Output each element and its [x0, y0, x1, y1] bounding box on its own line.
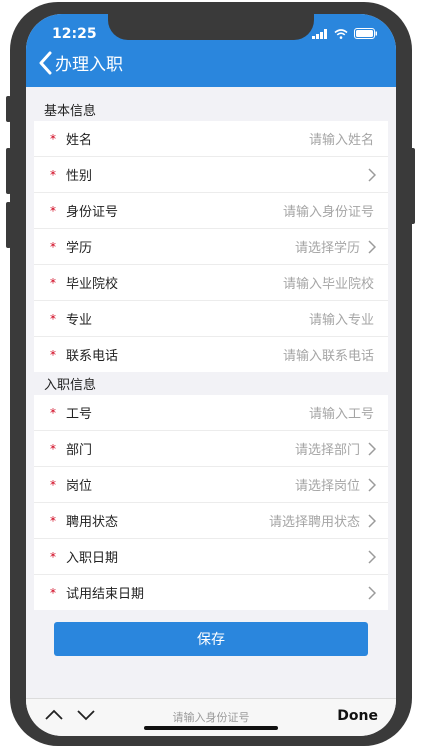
save-button[interactable]: 保存: [54, 622, 368, 656]
done-button[interactable]: Done: [337, 708, 378, 724]
notch: [108, 14, 314, 40]
status-icons: [312, 28, 378, 39]
form-row[interactable]: * 部门 请选择部门: [34, 431, 388, 467]
battery-icon: [354, 28, 377, 39]
text-input[interactable]: 请输入姓名: [309, 129, 374, 148]
text-input[interactable]: 请输入身份证号: [283, 201, 374, 220]
field-label: 入职日期: [66, 551, 119, 566]
field-label: 岗位: [66, 479, 93, 494]
home-indicator: [144, 726, 278, 730]
field-label: 毕业院校: [66, 277, 119, 292]
form-row[interactable]: * 毕业院校 请输入毕业院校: [34, 265, 388, 301]
required-mark: *: [50, 405, 56, 420]
form-row[interactable]: * 专业 请输入专业: [34, 301, 388, 337]
chevron-right-icon: [368, 239, 376, 254]
required-mark: *: [50, 275, 56, 290]
basic-info-group: * 姓名 请输入姓名 * 性别 * 身份证号 请输入身份证号 * 学历 请选择学历 * 毕业院校 请输入毕…: [34, 121, 388, 372]
back-button[interactable]: 办理入职: [38, 50, 123, 75]
signal-icon: [312, 28, 327, 39]
text-input[interactable]: 请输入专业: [309, 309, 374, 328]
required-mark: *: [50, 239, 56, 254]
form-row[interactable]: * 身份证号 请输入身份证号: [34, 193, 388, 229]
field-label: 部门: [66, 443, 93, 458]
select-field[interactable]: 请选择聘用状态: [269, 511, 360, 530]
onboarding-info-group: * 工号 请输入工号 * 部门 请选择部门 * 岗位 请选择岗位 * 聘用状态 请选择聘用状态 * 入职日…: [34, 395, 388, 610]
section-title-onboarding: 入职信息: [44, 378, 97, 393]
form-row[interactable]: * 工号 请输入工号: [34, 395, 388, 431]
form-row[interactable]: * 姓名 请输入姓名: [34, 121, 388, 157]
field-label: 学历: [66, 241, 93, 256]
form-row[interactable]: * 入职日期: [34, 539, 388, 575]
form-row[interactable]: * 性别: [34, 157, 388, 193]
select-field[interactable]: 请选择部门: [295, 439, 360, 458]
required-mark: *: [50, 167, 56, 182]
keyboard-toolbar: 请输入身份证号 Done: [26, 698, 396, 736]
mute-switch: [6, 96, 11, 122]
field-label: 聘用状态: [66, 515, 119, 530]
form-row[interactable]: * 聘用状态 请选择聘用状态: [34, 503, 388, 539]
chevron-left-icon: [39, 51, 52, 74]
chevron-right-icon: [368, 167, 376, 182]
field-label: 性别: [66, 169, 93, 184]
volume-down-button: [6, 202, 11, 248]
chevron-right-icon: [368, 549, 376, 564]
required-mark: *: [50, 477, 56, 492]
required-mark: *: [50, 585, 56, 600]
wifi-icon: [334, 28, 348, 39]
required-mark: *: [50, 513, 56, 528]
required-mark: *: [50, 441, 56, 456]
chevron-right-icon: [368, 477, 376, 492]
text-input[interactable]: 请输入联系电话: [283, 345, 374, 364]
required-mark: *: [50, 131, 56, 146]
select-field[interactable]: 请选择岗位: [295, 475, 360, 494]
volume-up-button: [6, 148, 11, 194]
field-label: 联系电话: [66, 349, 119, 364]
field-label: 身份证号: [66, 205, 119, 220]
required-mark: *: [50, 311, 56, 326]
chevron-right-icon: [368, 441, 376, 456]
screen: 12:25 办理入职 基本信息 * 姓名 请输入姓名 * 性别 * 身份证号 请…: [26, 14, 396, 736]
form-row[interactable]: * 岗位 请选择岗位: [34, 467, 388, 503]
text-input[interactable]: 请输入毕业院校: [283, 273, 374, 292]
chevron-right-icon: [368, 513, 376, 528]
page-title: 办理入职: [55, 55, 123, 75]
required-mark: *: [50, 549, 56, 564]
text-input[interactable]: 请输入工号: [309, 403, 374, 422]
select-field[interactable]: 请选择学历: [295, 237, 360, 256]
field-label: 工号: [66, 407, 93, 422]
chevron-right-icon: [368, 585, 376, 600]
required-mark: *: [50, 203, 56, 218]
section-title-basic: 基本信息: [44, 104, 97, 119]
form-row[interactable]: * 试用结束日期: [34, 575, 388, 610]
power-button: [410, 148, 415, 224]
status-time: 12:25: [52, 26, 97, 42]
form-row[interactable]: * 学历 请选择学历: [34, 229, 388, 265]
required-mark: *: [50, 347, 56, 362]
field-label: 专业: [66, 313, 93, 328]
form-row[interactable]: * 联系电话 请输入联系电话: [34, 337, 388, 372]
field-label: 试用结束日期: [66, 587, 145, 602]
field-label: 姓名: [66, 133, 93, 148]
